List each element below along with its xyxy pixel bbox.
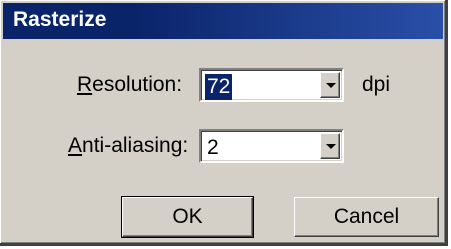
resolution-combobox[interactable]: 72	[199, 68, 344, 102]
antialiasing-value[interactable]: 2	[205, 135, 221, 161]
resolution-dropdown-button[interactable]	[320, 72, 340, 98]
resolution-value[interactable]: 72	[205, 74, 233, 100]
resolution-label: Resolution:	[77, 73, 182, 97]
chevron-down-icon	[326, 144, 336, 149]
resolution-label-accel: R	[77, 73, 93, 96]
antialiasing-label-text: nti-aliasing:	[82, 134, 189, 157]
title-bar[interactable]: Rasterize	[3, 3, 443, 39]
resolution-label-text: esolution:	[92, 73, 183, 96]
rasterize-dialog: Rasterize Resolution: 72 dpi Anti-aliasi…	[0, 0, 448, 246]
resolution-unit: dpi	[362, 73, 391, 96]
antialiasing-combobox[interactable]: 2	[199, 129, 344, 163]
cancel-button[interactable]: Cancel	[294, 197, 439, 237]
chevron-down-icon	[326, 83, 336, 88]
ok-button[interactable]: OK	[121, 196, 254, 238]
antialiasing-label-accel: A	[68, 134, 83, 157]
antialiasing-dropdown-button[interactable]	[320, 133, 340, 159]
antialiasing-label: Anti-aliasing:	[68, 134, 188, 158]
dialog-title: Rasterize	[13, 8, 107, 31]
